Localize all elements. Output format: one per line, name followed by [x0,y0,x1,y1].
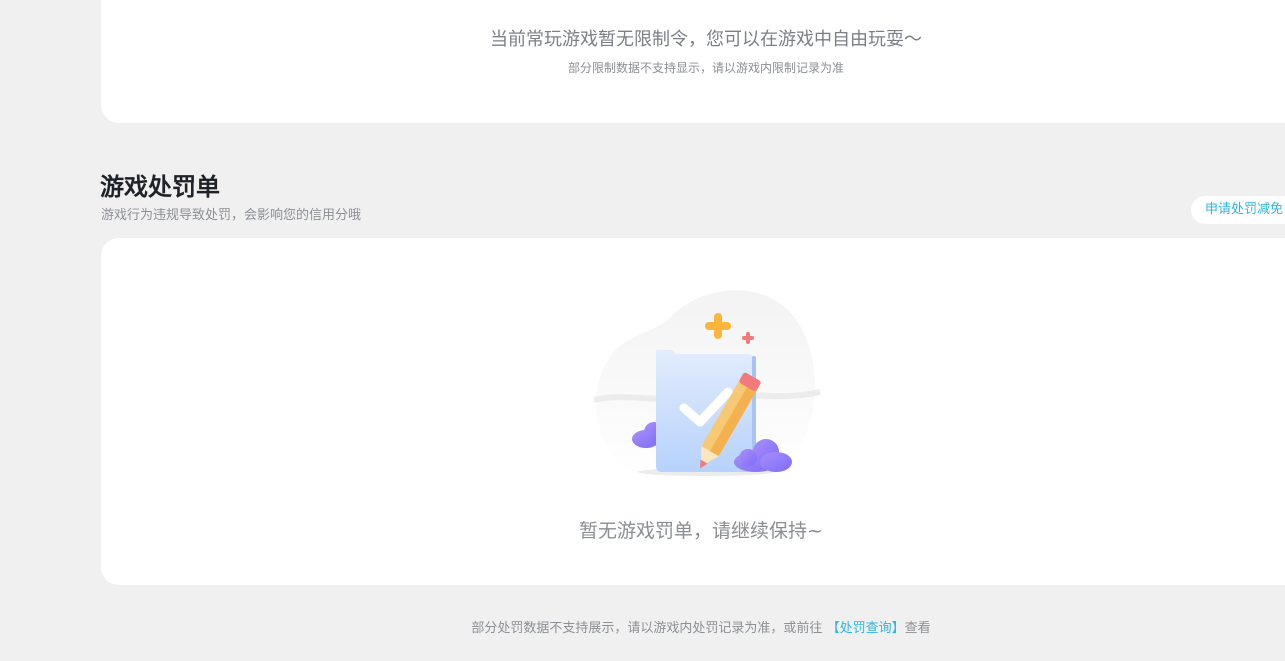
apply-penalty-reduction-button[interactable]: 申请处罚减免 [1191,196,1285,224]
penalty-section-title: 游戏处罚单 [100,173,220,201]
footer-note: 部分处罚数据不支持展示，请以游戏内处罚记录为准，或前往 【处罚查询】查看 [101,617,1285,636]
empty-penalty-message: 暂无游戏罚单，请继续保持~ [579,520,823,542]
restriction-subnote: 部分限制数据不支持显示，请以游戏内限制记录为准 [567,61,844,75]
footer-note-prefix: 部分处罚数据不支持展示，请以游戏内处罚记录为准，或前往 [471,621,823,636]
page: 当前常玩游戏暂无限制令，您可以在游戏中自由玩耍～ 部分限制数据不支持显示，请以游… [0,0,1285,661]
restriction-notice: 当前常玩游戏暂无限制令，您可以在游戏中自由玩耍～ [490,29,922,50]
penalty-query-link[interactable]: 【处罚查询】 [827,621,905,636]
empty-state-illustration [593,290,821,482]
footer-note-suffix: 查看 [904,621,931,636]
penalty-section-description: 游戏行为违规导致处罚，会影响您的信用分哦 [101,208,362,223]
